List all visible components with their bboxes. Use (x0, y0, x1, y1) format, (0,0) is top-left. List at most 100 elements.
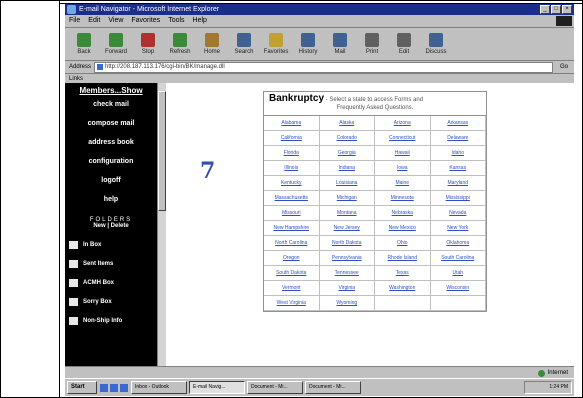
quick-launch-desktop-icon[interactable] (110, 383, 118, 392)
members-heading[interactable]: Members...Show (65, 83, 157, 95)
folder-item[interactable]: Sorry Box (65, 292, 157, 311)
maximize-button[interactable]: □ (551, 5, 561, 14)
minimize-button[interactable]: _ (540, 5, 550, 14)
state-link[interactable]: Georgia (319, 146, 375, 161)
state-link[interactable]: Idaho (430, 146, 486, 161)
state-link[interactable]: New Jersey (319, 221, 375, 236)
state-link[interactable]: Illinois (264, 161, 320, 176)
state-link[interactable]: Ohio (375, 236, 431, 251)
state-link[interactable]: Nebraska (375, 206, 431, 221)
state-link[interactable]: Kentucky (264, 176, 320, 191)
taskbar-task-button[interactable]: Document - Mi... (247, 381, 303, 394)
state-link[interactable]: North Carolina (264, 236, 320, 251)
state-link[interactable]: Oklahoma (430, 236, 486, 251)
state-link[interactable]: New York (430, 221, 486, 236)
state-link[interactable]: Wyoming (319, 296, 375, 311)
menu-file[interactable]: File (69, 15, 80, 27)
state-link[interactable]: Missouri (264, 206, 320, 221)
nav-item-logoff[interactable]: logoff (65, 171, 157, 190)
menu-favorites[interactable]: Favorites (131, 15, 160, 27)
state-link[interactable]: Pennsylvania (319, 251, 375, 266)
state-link[interactable]: Delaware (430, 131, 486, 146)
menu-help[interactable]: Help (193, 15, 207, 27)
toolbar-stop-button[interactable]: Stop (135, 33, 161, 55)
state-link[interactable]: Mississippi (430, 191, 486, 206)
menu-edit[interactable]: Edit (88, 15, 100, 27)
state-link[interactable]: Rhode Island (375, 251, 431, 266)
state-link[interactable]: Kansas (430, 161, 486, 176)
state-link[interactable]: New Hampshire (264, 221, 320, 236)
quick-launch-outlook-icon[interactable] (120, 383, 128, 392)
menu-bar: File Edit View Favorites Tools Help (65, 15, 574, 28)
left-navigation: Members...Show check mail compose mail add… (65, 83, 157, 366)
toolbar-edit-button[interactable]: Edit (391, 33, 417, 55)
menu-view[interactable]: View (108, 15, 123, 27)
toolbar-history-button[interactable]: History (295, 33, 321, 55)
state-link[interactable]: Hawaii (375, 146, 431, 161)
nav-item-configuration[interactable]: configuration (65, 152, 157, 171)
toolbar-button-label: Print (365, 49, 379, 55)
scrollbar-thumb[interactable] (158, 91, 166, 211)
go-button[interactable]: Go (560, 64, 574, 70)
state-link[interactable]: Arizona (375, 116, 431, 131)
nav-item-help[interactable]: help (65, 190, 157, 209)
close-button[interactable]: × (562, 5, 572, 14)
toolbar-print-button[interactable]: Print (359, 33, 385, 55)
state-link[interactable]: Michigan (319, 191, 375, 206)
folder-item[interactable]: In Box (65, 235, 157, 254)
state-link[interactable]: Iowa (375, 161, 431, 176)
state-link[interactable]: Utah (430, 266, 486, 281)
folder-item[interactable]: Non-Ship Info (65, 311, 157, 330)
state-link[interactable]: Maine (375, 176, 431, 191)
toolbar-button-label: Favorites (263, 49, 289, 55)
taskbar-task-button[interactable]: Document - Mi... (305, 381, 361, 394)
toolbar-forward-button[interactable]: Forward (103, 33, 129, 55)
start-button[interactable]: Start (67, 381, 97, 394)
state-link[interactable]: New Mexico (375, 221, 431, 236)
state-link[interactable]: Indiana (319, 161, 375, 176)
state-link[interactable]: Washington (375, 281, 431, 296)
folders-actions[interactable]: New | Delete (65, 223, 157, 229)
folder-item[interactable]: Sent Items (65, 254, 157, 273)
state-link[interactable]: Montana (319, 206, 375, 221)
toolbar-refresh-button[interactable]: Refresh (167, 33, 193, 55)
quick-launch-ie-icon[interactable] (100, 383, 108, 392)
nav-item-compose-mail[interactable]: compose mail (65, 114, 157, 133)
nav-item-check-mail[interactable]: check mail (65, 95, 157, 114)
state-link[interactable]: Virginia (319, 281, 375, 296)
state-link[interactable]: Minnesota (375, 191, 431, 206)
toolbar-search-button[interactable]: Search (231, 33, 257, 55)
state-link[interactable]: Maryland (430, 176, 486, 191)
state-link[interactable]: Oregon (264, 251, 320, 266)
toolbar-home-button[interactable]: Home (199, 33, 225, 55)
taskbar-task-button[interactable]: Inbox - Outlook (131, 381, 187, 394)
folder-item[interactable]: ACMH Box (65, 273, 157, 292)
toolbar-mail-button[interactable]: Mail (327, 33, 353, 55)
state-link[interactable]: Tennessee (319, 266, 375, 281)
state-link[interactable]: West Virginia (264, 296, 320, 311)
toolbar-favorites-button[interactable]: Favorites (263, 33, 289, 55)
toolbar-back-button[interactable]: Back (71, 33, 97, 55)
state-link[interactable]: California (264, 131, 320, 146)
state-link[interactable]: Colorado (319, 131, 375, 146)
state-link[interactable]: Florida (264, 146, 320, 161)
address-input[interactable]: http://208.187.113.176/cgi-bin/BK/manage… (94, 61, 553, 73)
state-link[interactable]: Texas (375, 266, 431, 281)
state-link[interactable]: North Dakota (319, 236, 375, 251)
menu-tools[interactable]: Tools (168, 15, 184, 27)
nav-item-address-book[interactable]: address book (65, 133, 157, 152)
state-link[interactable]: Nevada (430, 206, 486, 221)
state-link[interactable]: Alabama (264, 116, 320, 131)
state-link[interactable]: Massachusetts (264, 191, 320, 206)
state-link[interactable]: South Dakota (264, 266, 320, 281)
toolbar-discuss-button[interactable]: Discuss (423, 33, 449, 55)
nav-scrollbar[interactable] (157, 83, 166, 366)
state-link[interactable]: Alaska (319, 116, 375, 131)
state-link[interactable]: Connecticut (375, 131, 431, 146)
state-link[interactable]: South Carolina (430, 251, 486, 266)
taskbar-task-button[interactable]: E-mail Navig... (189, 381, 245, 394)
state-link[interactable]: Louisiana (319, 176, 375, 191)
state-link[interactable]: Wisconsin (430, 281, 486, 296)
state-link[interactable]: Vermont (264, 281, 320, 296)
state-link[interactable]: Arkansas (430, 116, 486, 131)
